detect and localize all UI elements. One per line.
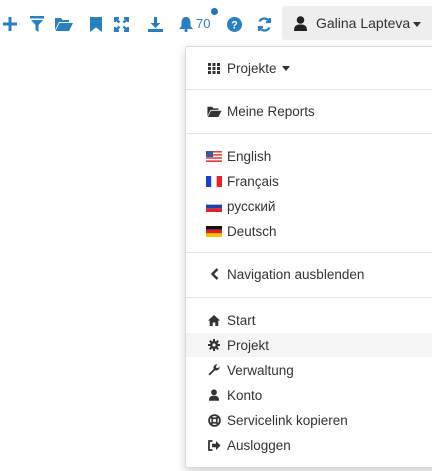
us-flag-icon (206, 150, 222, 162)
top-toolbar: 70 ? Galina Lapteva (0, 0, 432, 48)
fullscreen-icon[interactable] (111, 14, 131, 34)
language-label: русский (227, 198, 276, 214)
menu-divider (186, 297, 432, 298)
lifebuoy-icon (206, 413, 222, 427)
menu-item-label: Servicelink kopieren (227, 412, 348, 428)
menu-divider (186, 133, 432, 134)
menu-item-label: Ausloggen (227, 437, 291, 453)
menu-item-copy-service-link[interactable]: Servicelink kopieren (186, 408, 432, 432)
menu-item-label: Meine Reports (227, 103, 315, 119)
help-icon[interactable]: ? (224, 14, 244, 34)
user-icon (206, 389, 222, 401)
menu-item-logout[interactable]: Ausloggen (186, 433, 432, 457)
home-icon (206, 314, 222, 326)
chevron-down-icon (413, 21, 422, 27)
refresh-icon[interactable] (254, 14, 274, 34)
menu-item-start[interactable]: Start (186, 308, 432, 332)
sign-out-icon (206, 439, 222, 451)
folder-open-icon (206, 106, 222, 117)
de-flag-icon (206, 225, 222, 237)
language-label: English (227, 148, 272, 164)
language-russian[interactable]: русский (186, 194, 432, 218)
grid-icon (206, 62, 222, 74)
caret-down-icon (281, 65, 290, 71)
svg-text:?: ? (231, 19, 238, 31)
download-icon[interactable] (145, 14, 165, 34)
bell-icon[interactable] (176, 14, 196, 34)
user-dropdown-menu: Projekte Meine Reports English Français … (185, 46, 432, 468)
plus-icon[interactable] (0, 14, 20, 34)
user-name: Galina Lapteva (316, 15, 411, 31)
menu-item-reports[interactable]: Meine Reports (186, 99, 432, 123)
menu-item-projects[interactable]: Projekte (186, 56, 432, 80)
folder-open-icon[interactable] (54, 14, 74, 34)
gear-icon (206, 339, 222, 351)
language-english[interactable]: English (186, 144, 432, 168)
menu-item-label: Projekte (227, 60, 277, 76)
notification-dot (211, 8, 218, 15)
menu-divider (186, 252, 432, 253)
user-icon (294, 15, 307, 31)
menu-item-administration[interactable]: Verwaltung (186, 358, 432, 382)
menu-item-account[interactable]: Konto (186, 383, 432, 407)
menu-item-label: Navigation ausblenden (227, 266, 365, 282)
fr-flag-icon (206, 175, 222, 187)
menu-item-label: Konto (227, 387, 263, 403)
menu-item-label: Verwaltung (227, 362, 294, 378)
menu-item-hide-navigation[interactable]: Navigation ausblenden (186, 262, 432, 286)
language-label: Français (227, 173, 279, 189)
menu-item-label: Start (227, 312, 256, 328)
ru-flag-icon (206, 200, 222, 212)
menu-divider (186, 89, 432, 90)
filter-icon[interactable] (27, 14, 47, 34)
language-french[interactable]: Français (186, 169, 432, 193)
chevron-left-icon (206, 268, 222, 280)
bookmark-icon[interactable] (86, 14, 106, 34)
menu-item-project[interactable]: Projekt (186, 333, 432, 357)
menu-item-label: Projekt (227, 337, 270, 353)
user-menu-button[interactable]: Galina Lapteva (282, 6, 432, 40)
notification-count[interactable]: 70 (196, 16, 210, 31)
language-label: Deutsch (227, 223, 277, 239)
language-german[interactable]: Deutsch (186, 219, 432, 243)
wrench-icon (206, 364, 222, 376)
